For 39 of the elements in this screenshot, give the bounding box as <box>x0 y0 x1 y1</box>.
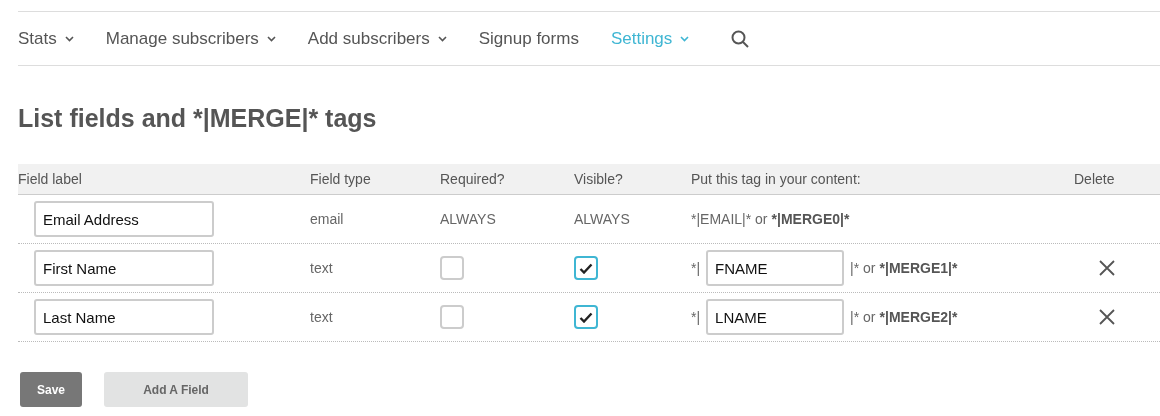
search-icon[interactable] <box>731 29 750 48</box>
column-header: Field type <box>310 171 372 187</box>
check-icon <box>579 262 593 274</box>
field-type: email <box>310 211 345 227</box>
field-type: text <box>310 260 334 276</box>
nav-tab[interactable]: Stats <box>18 28 74 49</box>
save-button[interactable]: Save <box>20 372 83 407</box>
column-header: Required? <box>440 171 506 187</box>
tag-suffix: |* or <box>850 260 876 276</box>
close-icon[interactable] <box>1099 260 1115 276</box>
tag-prefix: *| <box>691 309 701 325</box>
column-header: Field label <box>18 171 83 187</box>
tag-prefix: *| <box>691 260 701 276</box>
tag-suffix: |* or <box>850 309 876 325</box>
merge-tag: *|MERGE0|* <box>771 211 850 227</box>
merge-tag-input[interactable]: LNAME <box>706 299 845 335</box>
checkbox[interactable] <box>574 305 598 329</box>
close-icon[interactable] <box>1099 309 1115 325</box>
visible-status: ALWAYS <box>574 211 631 227</box>
nav-tab[interactable]: Add subscribers <box>307 28 447 49</box>
required-status: ALWAYS <box>440 211 497 227</box>
field-label-input[interactable]: First Name <box>34 250 214 286</box>
merge-tag: *|MERGE1|* <box>879 260 958 276</box>
merge-tag-input[interactable]: FNAME <box>706 250 845 286</box>
checkbox[interactable] <box>440 256 464 280</box>
check-icon <box>579 311 593 323</box>
column-header: Delete <box>1073 171 1116 187</box>
checkbox[interactable] <box>440 305 464 329</box>
checkbox[interactable] <box>574 256 598 280</box>
nav-tab[interactable]: Manage subscribers <box>105 28 276 49</box>
field-label-input[interactable]: Last Name <box>34 299 214 335</box>
merge-tag: *|MERGE2|* <box>879 309 958 325</box>
column-header: Visible? <box>574 171 624 187</box>
field-label-input[interactable]: Email Address <box>34 201 214 237</box>
column-header: Put this tag in your content: <box>691 171 862 187</box>
page-title: List fields and *|MERGE|* tags <box>18 104 378 133</box>
merge-tag-text: *|EMAIL|* or <box>691 211 768 227</box>
nav-tab[interactable]: Signup forms <box>478 28 579 49</box>
field-type: text <box>310 309 334 325</box>
